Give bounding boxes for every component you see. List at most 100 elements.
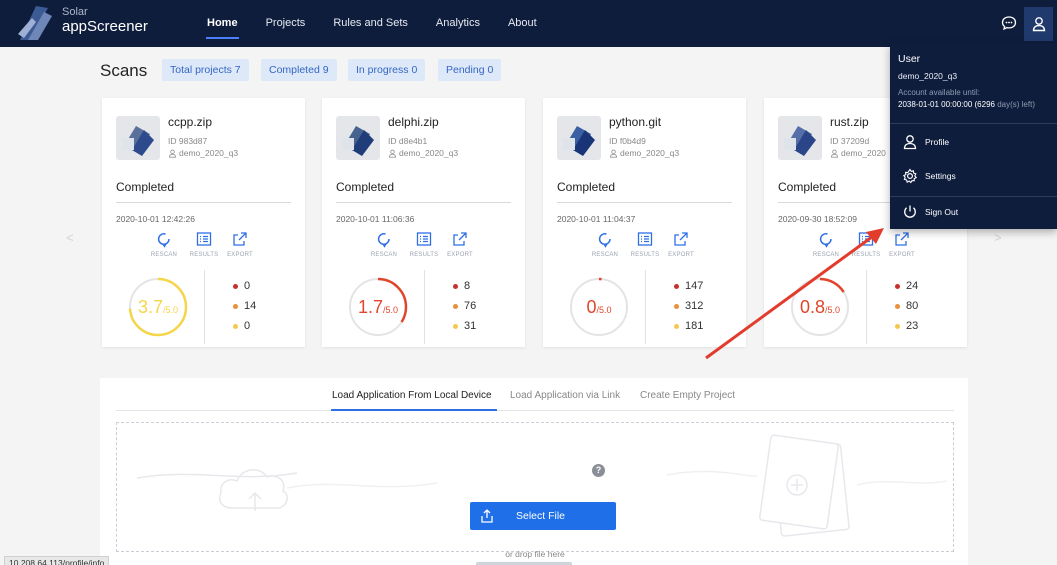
menu-item-settings[interactable]: Settings bbox=[900, 165, 956, 187]
export-label: EXPORT bbox=[447, 252, 473, 258]
scan-date: 2020-10-01 12:42:26 bbox=[116, 214, 195, 224]
scan-card[interactable]: python.git ID f0b4d9 demo_2020_q3 Completed… bbox=[543, 98, 746, 347]
results-label: RESULTS bbox=[189, 252, 219, 258]
chip-pending[interactable]: Pending 0 bbox=[438, 59, 502, 81]
chip-in-progress[interactable]: In progress 0 bbox=[348, 59, 426, 81]
help-icon[interactable]: ? bbox=[592, 464, 605, 477]
menu-item-sign-out-label: Sign Out bbox=[925, 207, 959, 217]
export-label: EXPORT bbox=[227, 252, 253, 258]
export-icon bbox=[444, 229, 476, 249]
chat-icon bbox=[1001, 16, 1017, 31]
project-name[interactable]: delphi.zip bbox=[388, 115, 439, 129]
medium-severity-dot-icon bbox=[233, 303, 238, 309]
user-dropdown-menu: User demo_2020_q3 Account available unti… bbox=[890, 43, 1057, 229]
count-low-value: 0 bbox=[244, 320, 251, 332]
count-high-value: 147 bbox=[685, 280, 704, 292]
menu-item-profile[interactable]: Profile bbox=[900, 131, 949, 153]
file-dropzone[interactable]: Select File or drop file here bbox=[116, 422, 954, 559]
count-medium-value: 76 bbox=[464, 300, 477, 312]
high-severity-dot-icon bbox=[453, 283, 458, 289]
vulnerability-counts: 0 14 0 bbox=[233, 276, 256, 336]
count-low: 31 bbox=[453, 316, 476, 336]
scan-card[interactable]: delphi.zip ID d8e4b1 demo_2020_q3 Completed… bbox=[322, 98, 525, 347]
rating-score: 3.7/5.0 bbox=[126, 275, 190, 339]
scan-card[interactable]: ccpp.zip ID 983d87 demo_2020_q3 Completed 20… bbox=[102, 98, 305, 347]
rescan-button[interactable]: RESCAN bbox=[148, 229, 180, 258]
results-icon bbox=[188, 229, 220, 249]
dropdown-divider bbox=[890, 123, 1057, 124]
rescan-button[interactable]: RESCAN bbox=[368, 229, 400, 258]
rating-score: 0.8/5.0 bbox=[788, 275, 852, 339]
brand-name[interactable]: Solar appScreener bbox=[62, 7, 148, 35]
low-severity-dot-icon bbox=[895, 323, 900, 329]
rating-value: 3.7 bbox=[137, 296, 163, 317]
menu-item-settings-label: Settings bbox=[925, 171, 956, 181]
chat-button[interactable] bbox=[997, 11, 1021, 35]
chip-total-projects[interactable]: Total projects 7 bbox=[162, 59, 249, 81]
card-vertical-divider bbox=[866, 270, 867, 344]
export-button[interactable]: EXPORT bbox=[886, 229, 918, 258]
vulnerability-counts: 8 76 31 bbox=[453, 276, 476, 336]
scan-status: Completed bbox=[116, 180, 175, 194]
rescan-button[interactable]: RESCAN bbox=[589, 229, 621, 258]
results-button[interactable]: RESULTS bbox=[629, 229, 661, 258]
results-button[interactable]: RESULTS bbox=[408, 229, 440, 258]
card-vertical-divider bbox=[424, 270, 425, 344]
nav-home[interactable]: Home bbox=[193, 0, 252, 47]
chip-completed[interactable]: Completed 9 bbox=[261, 59, 337, 81]
export-label: EXPORT bbox=[889, 252, 915, 258]
power-icon bbox=[900, 202, 920, 222]
count-medium: 312 bbox=[674, 296, 703, 316]
menu-item-sign-out[interactable]: Sign Out bbox=[900, 201, 958, 223]
rescan-button[interactable]: RESCAN bbox=[810, 229, 842, 258]
tab-local-device[interactable]: Load Application From Local Device bbox=[332, 390, 492, 401]
select-file-label: Select File bbox=[516, 510, 566, 522]
vulnerability-counts: 24 80 23 bbox=[895, 276, 918, 336]
card-divider bbox=[116, 202, 291, 203]
select-file-button[interactable]: Select File bbox=[470, 502, 616, 530]
carousel-prev-icon[interactable]: < bbox=[66, 230, 74, 245]
nav-projects[interactable]: Projects bbox=[252, 0, 320, 47]
project-name[interactable]: rust.zip bbox=[830, 115, 869, 129]
results-icon bbox=[850, 229, 882, 249]
scan-date: 2020-10-01 11:06:36 bbox=[336, 214, 415, 224]
nav-about[interactable]: About bbox=[494, 0, 551, 47]
results-button[interactable]: RESULTS bbox=[850, 229, 882, 258]
user-menu-button[interactable] bbox=[1024, 7, 1053, 41]
cloud-upload-illustration-icon bbox=[137, 469, 438, 511]
count-medium-value: 14 bbox=[244, 300, 257, 312]
project-owner: demo_2020_q3 bbox=[609, 148, 679, 158]
project-name[interactable]: ccpp.zip bbox=[168, 115, 212, 129]
count-medium-value: 312 bbox=[685, 300, 704, 312]
export-button[interactable]: EXPORT bbox=[224, 229, 256, 258]
export-button[interactable]: EXPORT bbox=[665, 229, 697, 258]
days-left-suffix: day(s) left) bbox=[997, 100, 1035, 109]
account-available-label: Account available until: bbox=[898, 88, 980, 97]
nav-analytics[interactable]: Analytics bbox=[422, 0, 494, 47]
rescan-label: RESCAN bbox=[812, 252, 840, 258]
rating-max: /5.0 bbox=[825, 304, 841, 315]
project-owner-name: demo_2020_q3 bbox=[399, 148, 459, 158]
solar-logo-icon[interactable] bbox=[18, 4, 52, 42]
main-nav: Home Projects Rules and Sets Analytics A… bbox=[193, 0, 551, 47]
count-high: 147 bbox=[674, 276, 703, 296]
count-medium-value: 80 bbox=[906, 300, 919, 312]
project-id: ID d8e4b1 bbox=[388, 136, 428, 146]
project-id: ID 983d87 bbox=[168, 136, 208, 146]
export-button[interactable]: EXPORT bbox=[444, 229, 476, 258]
results-button[interactable]: RESULTS bbox=[188, 229, 220, 258]
tab-empty-project[interactable]: Create Empty Project bbox=[640, 390, 735, 401]
count-high-value: 24 bbox=[906, 280, 919, 292]
results-icon bbox=[408, 229, 440, 249]
menu-item-profile-label: Profile bbox=[925, 137, 950, 147]
project-name[interactable]: python.git bbox=[609, 115, 661, 129]
count-high-value: 0 bbox=[244, 280, 251, 292]
carousel-next-icon[interactable]: > bbox=[994, 230, 1002, 245]
tab-via-link[interactable]: Load Application via Link bbox=[510, 390, 620, 401]
nav-rules-and-sets[interactable]: Rules and Sets bbox=[319, 0, 422, 47]
dropdown-username: demo_2020_q3 bbox=[898, 71, 958, 81]
top-bar: Solar appScreener Home Projects Rules an… bbox=[0, 0, 1057, 47]
scan-date: 2020-09-30 18:52:09 bbox=[778, 214, 857, 224]
high-severity-dot-icon bbox=[233, 283, 238, 289]
low-severity-dot-icon bbox=[233, 323, 238, 329]
